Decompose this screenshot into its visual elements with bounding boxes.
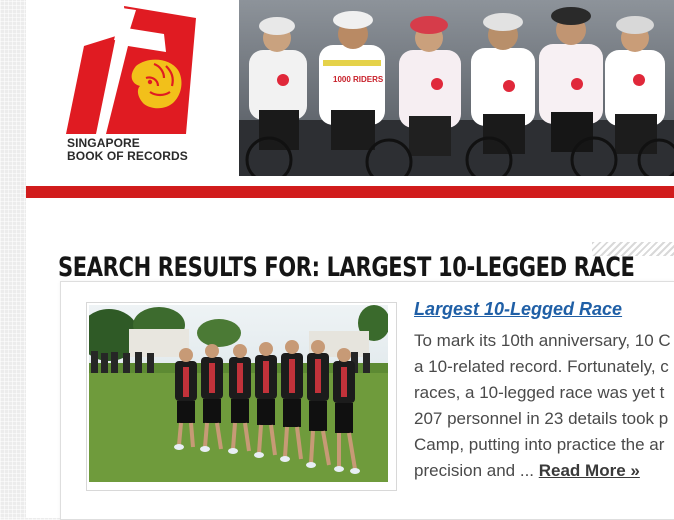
logo-line-book-of-records: BOOK OF RECORDS xyxy=(67,149,188,163)
result-thumbnail[interactable] xyxy=(86,302,397,491)
logo-wordmark: SINGAPORE BOOK OF RECORDS xyxy=(67,137,207,163)
excerpt-last-line: precision and ... Read More » xyxy=(414,458,674,484)
heading-decorative-stripes xyxy=(592,242,674,256)
read-more-link[interactable]: Read More » xyxy=(539,461,640,480)
header-divider-bar xyxy=(26,186,674,198)
jersey-label: 1000 RIDERS xyxy=(333,75,384,84)
excerpt-line: races, a 10-legged race was yet t xyxy=(414,383,665,402)
result-title-link[interactable]: Largest 10-Legged Race xyxy=(414,299,622,320)
excerpt-line: a 10-related record. Fortunately, c xyxy=(414,357,669,376)
site-header: SINGAPORE BOOK OF RECORDS 1000 RIDERS xyxy=(26,0,674,185)
header-banner-photo: 1000 RIDERS xyxy=(239,0,674,176)
cyclists-photo: 1000 RIDERS xyxy=(239,0,674,176)
excerpt-line: To mark its 10th anniversary, 10 C xyxy=(414,331,671,350)
result-excerpt: To mark its 10th anniversary, 10 C a 10-… xyxy=(414,328,674,484)
ten-legged-race-photo xyxy=(89,305,388,482)
excerpt-line: Camp, putting into practice the ar xyxy=(414,435,665,454)
excerpt-line: precision and ... xyxy=(414,461,539,480)
page-container: SINGAPORE BOOK OF RECORDS 1000 RIDERS SE… xyxy=(26,0,674,520)
excerpt-line: 207 personnel in 23 details took p xyxy=(414,409,669,428)
